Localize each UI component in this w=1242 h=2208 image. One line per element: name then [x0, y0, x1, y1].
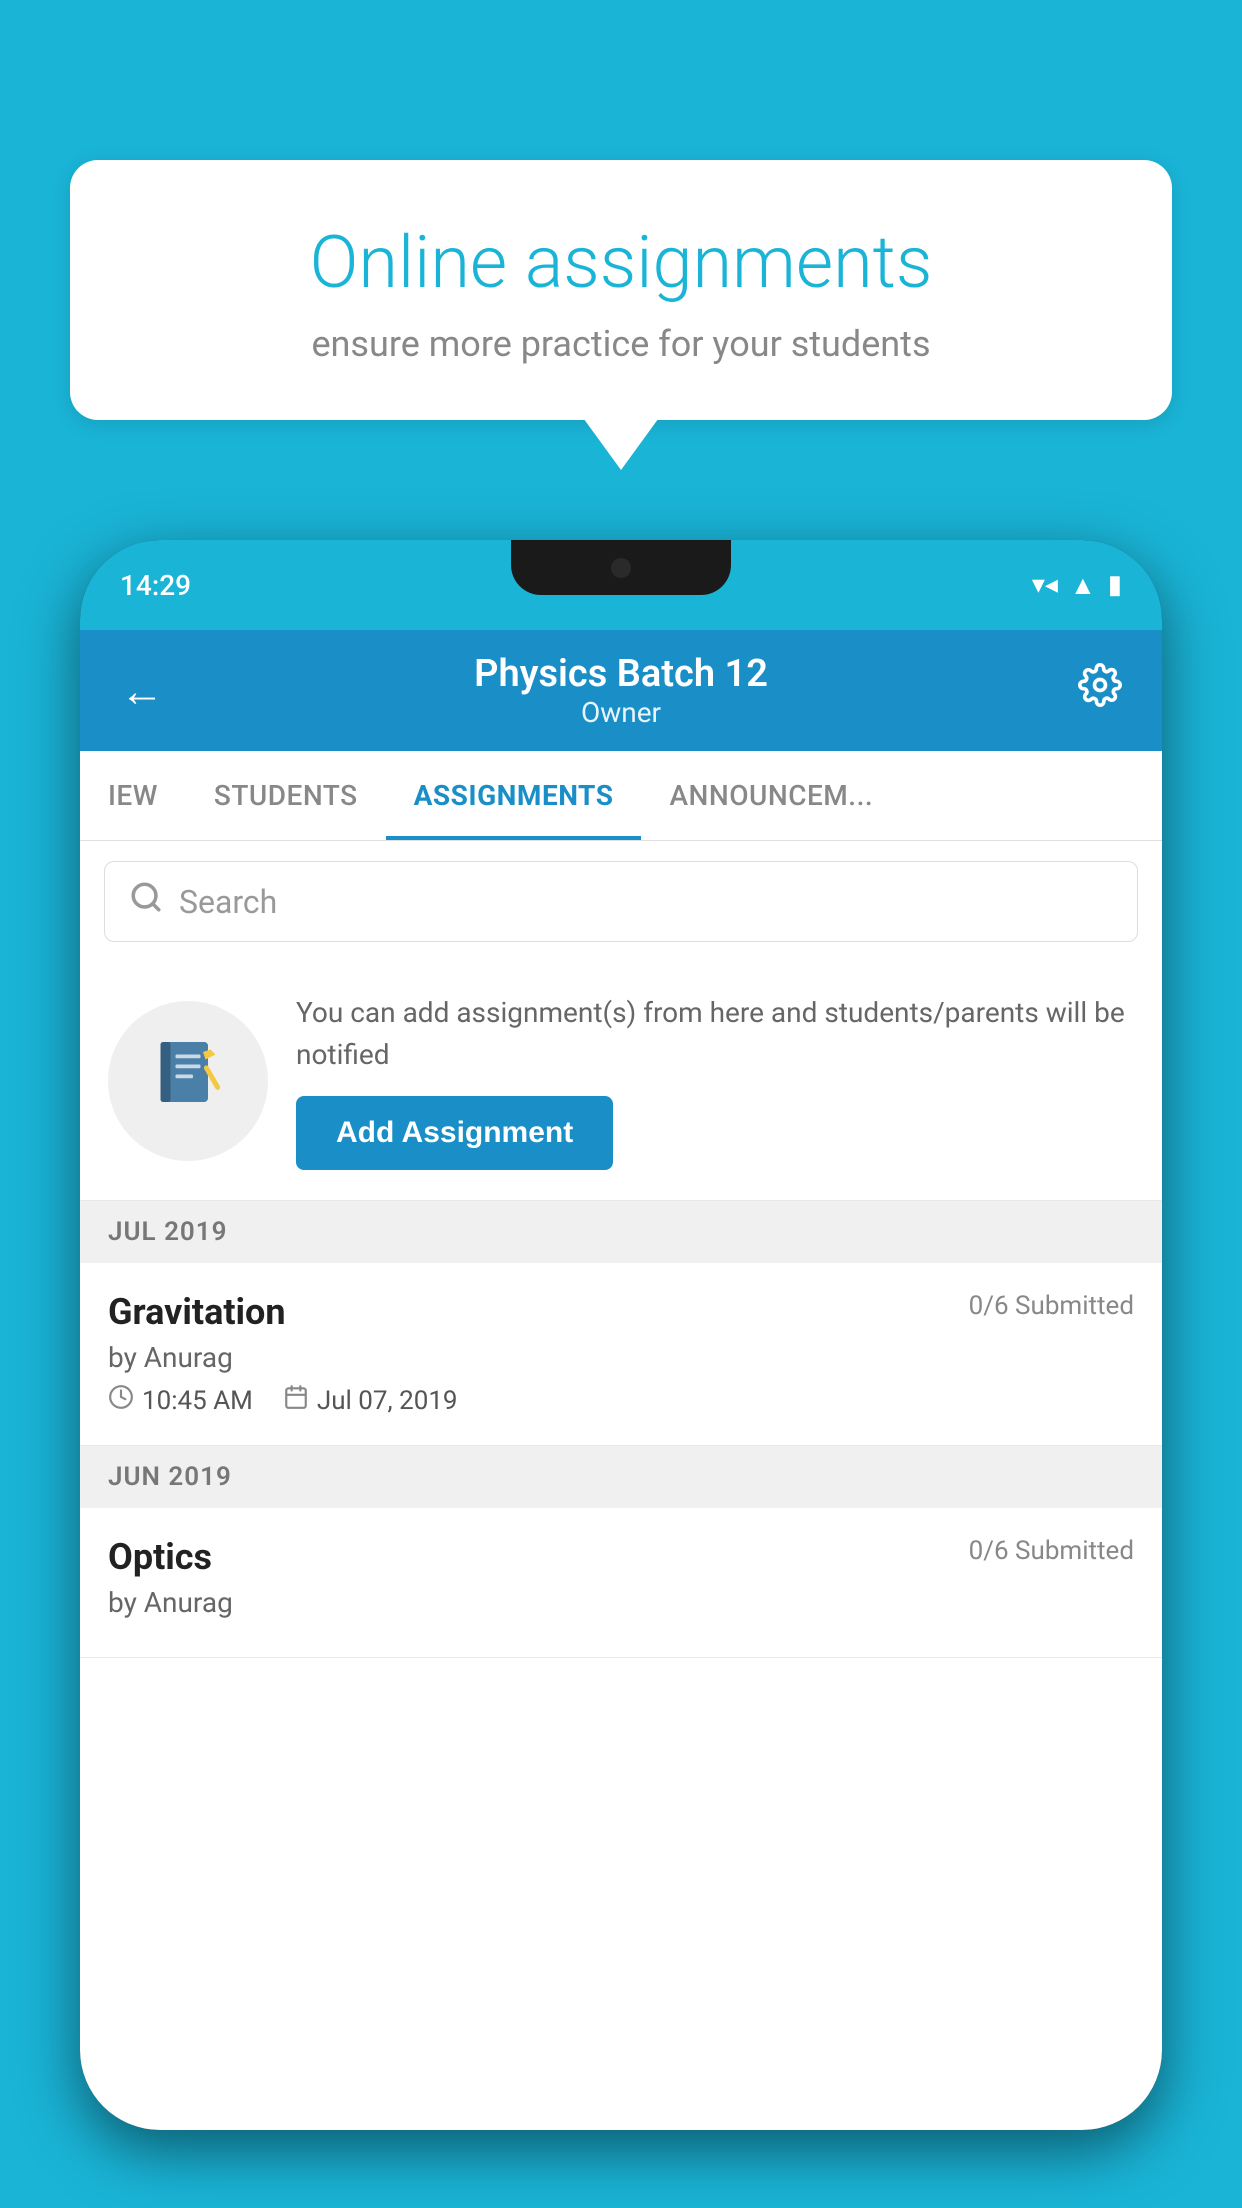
assignment-icon-circle	[108, 1001, 268, 1161]
app-header: ← Physics Batch 12 Owner	[80, 630, 1162, 751]
assignment-name-optics: Optics	[108, 1536, 212, 1578]
clock-icon	[108, 1384, 134, 1417]
battery-icon: ▮	[1108, 570, 1122, 600]
assignment-date-value-gravitation: Jul 07, 2019	[317, 1386, 458, 1416]
add-assignment-content: You can add assignment(s) from here and …	[296, 992, 1134, 1170]
bubble-subtitle: ensure more practice for your students	[140, 323, 1102, 365]
calendar-icon	[283, 1384, 309, 1417]
assignment-name-gravitation: Gravitation	[108, 1291, 286, 1333]
status-time: 14:29	[120, 569, 191, 602]
tab-announcements[interactable]: ANNOUNCEM...	[641, 751, 901, 840]
add-assignment-description: You can add assignment(s) from here and …	[296, 992, 1134, 1076]
search-icon	[129, 880, 163, 923]
header-center: Physics Batch 12 Owner	[474, 652, 768, 729]
tab-iew[interactable]: IEW	[80, 751, 186, 840]
signal-icon: ▲	[1070, 570, 1096, 601]
add-assignment-card: You can add assignment(s) from here and …	[80, 962, 1162, 1201]
speech-bubble: Online assignments ensure more practice …	[70, 160, 1172, 420]
assignment-date-gravitation: Jul 07, 2019	[283, 1384, 458, 1417]
search-bar[interactable]: Search	[104, 861, 1138, 942]
search-placeholder: Search	[179, 883, 277, 921]
tab-students[interactable]: STUDENTS	[186, 751, 386, 840]
assignment-row1: Gravitation 0/6 Submitted	[108, 1291, 1134, 1333]
assignment-meta-gravitation: 10:45 AM Jul 07, 2019	[108, 1384, 1134, 1417]
bubble-title: Online assignments	[140, 220, 1102, 305]
section-header-jun: JUN 2019	[80, 1446, 1162, 1508]
settings-button[interactable]	[1078, 663, 1122, 718]
assignment-submitted-optics: 0/6 Submitted	[969, 1536, 1134, 1566]
phone-wrapper: 14:29 ▾◂ ▲ ▮ ← Physics Batch 12 Owner	[80, 540, 1162, 2208]
assignment-submitted-gravitation: 0/6 Submitted	[969, 1291, 1134, 1321]
notebook-icon	[148, 1032, 228, 1130]
header-subtitle: Owner	[474, 696, 768, 729]
status-bar: 14:29 ▾◂ ▲ ▮	[80, 540, 1162, 630]
section-header-jul: JUL 2019	[80, 1201, 1162, 1263]
header-title: Physics Batch 12	[474, 652, 768, 696]
wifi-icon: ▾◂	[1032, 570, 1058, 600]
phone-outer: 14:29 ▾◂ ▲ ▮ ← Physics Batch 12 Owner	[80, 540, 1162, 2130]
assignment-by-optics: by Anurag	[108, 1586, 1134, 1619]
back-button[interactable]: ←	[120, 665, 164, 717]
assignment-by-gravitation: by Anurag	[108, 1341, 1134, 1374]
assignment-time-value-gravitation: 10:45 AM	[142, 1386, 253, 1416]
search-container: Search	[80, 841, 1162, 962]
assignment-item-gravitation[interactable]: Gravitation 0/6 Submitted by Anurag 10:4…	[80, 1263, 1162, 1446]
assignment-item-optics[interactable]: Optics 0/6 Submitted by Anurag	[80, 1508, 1162, 1658]
assignment-time-gravitation: 10:45 AM	[108, 1384, 253, 1417]
status-icons: ▾◂ ▲ ▮	[1032, 570, 1122, 601]
tabs-bar: IEW STUDENTS ASSIGNMENTS ANNOUNCEM...	[80, 751, 1162, 841]
tab-assignments[interactable]: ASSIGNMENTS	[386, 751, 642, 840]
notch	[511, 540, 731, 595]
phone-screen: ← Physics Batch 12 Owner IEW STUDENTS AS…	[80, 630, 1162, 2130]
speech-bubble-container: Online assignments ensure more practice …	[70, 160, 1172, 420]
camera-dot	[611, 558, 631, 578]
add-assignment-button[interactable]: Add Assignment	[296, 1096, 613, 1170]
assignment-row1-optics: Optics 0/6 Submitted	[108, 1536, 1134, 1578]
